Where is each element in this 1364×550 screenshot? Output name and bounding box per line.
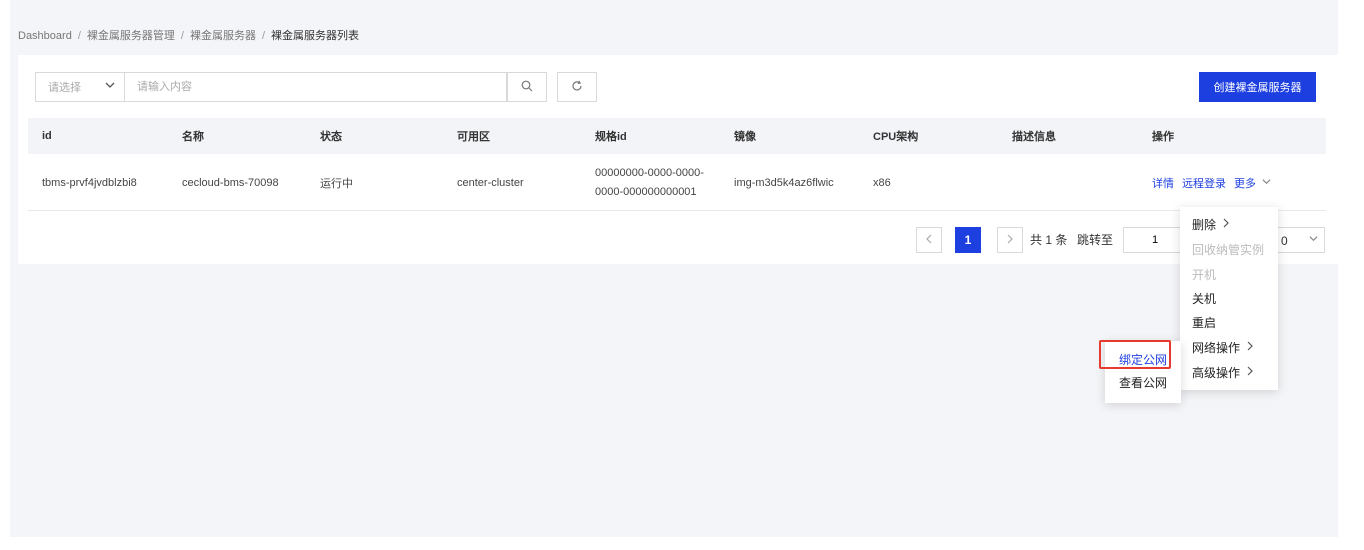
prev-page-button[interactable] — [916, 227, 942, 253]
breadcrumb-separator: / — [261, 30, 266, 42]
breadcrumb-dashboard[interactable]: Dashboard — [18, 30, 72, 42]
table-row: tbms-prvf4jvdblzbi8 cecloud-bms-70098 运行… — [28, 155, 1326, 211]
chevron-right-icon — [1006, 233, 1014, 247]
menu-item-restart[interactable]: 重启 — [1192, 312, 1216, 332]
breadcrumb: Dashboard / 裸金属服务器管理 / 裸金属服务器 / 裸金属服务器列表 — [18, 27, 359, 43]
cell-spec: 00000000-0000-0000- 0000-000000000001 — [595, 155, 704, 210]
chevron-down-icon — [105, 79, 115, 93]
next-page-button[interactable] — [997, 227, 1023, 253]
page-number-current[interactable]: 1 — [955, 227, 981, 253]
cell-id: tbms-prvf4jvdblzbi8 — [42, 176, 137, 189]
column-header-operations: 操作 — [1152, 131, 1174, 143]
menu-item-label: 网络操作 — [1192, 340, 1241, 355]
column-header-zone[interactable]: 可用区 — [457, 118, 490, 154]
cell-status: 运行中 — [320, 177, 353, 190]
column-header-spec[interactable]: 规格id — [595, 118, 627, 154]
cell-name: cecloud-bms-70098 — [182, 176, 279, 189]
menu-item-power-on: 开机 — [1192, 267, 1217, 282]
search-input[interactable] — [124, 72, 507, 102]
column-header-cpu[interactable]: CPU架构 — [873, 118, 918, 154]
breadcrumb-separator: / — [77, 30, 81, 42]
page-size-value: 0 — [1281, 234, 1288, 248]
menu-item-advanced-ops[interactable]: 高级操作 — [1192, 362, 1254, 382]
menu-item-reclaim-instance: 回收纳管实例 — [1192, 242, 1265, 257]
cell-spec-line2: 0000-000000000001 — [595, 185, 697, 198]
chevron-left-icon — [925, 233, 933, 247]
table-header: id 名称 状态 可用区 规格id 镜像 CPU架构 描述信息 操作 — [28, 118, 1326, 154]
jump-page-input[interactable] — [1123, 227, 1185, 253]
search-icon — [521, 80, 533, 95]
menu-item-network-ops[interactable]: 网络操作 — [1192, 337, 1254, 357]
column-header-id[interactable]: id — [42, 118, 52, 154]
column-header-desc[interactable]: 描述信息 — [1012, 118, 1056, 154]
menu-item-label: 高级操作 — [1192, 365, 1241, 380]
highlight-annotation-box — [1099, 340, 1171, 369]
breadcrumb-separator: / — [180, 30, 184, 42]
menu-item-power-off[interactable]: 关机 — [1192, 288, 1216, 308]
cell-zone: center-cluster — [457, 176, 524, 189]
create-bms-button[interactable]: 创建裸金属服务器 — [1199, 72, 1316, 102]
column-header-name[interactable]: 名称 — [182, 118, 204, 154]
total-count: 共 1 条 — [1030, 233, 1068, 247]
breadcrumb-bms-management[interactable]: 裸金属服务器管理 — [87, 30, 175, 42]
page-size-select[interactable]: 0 — [1270, 227, 1325, 253]
chevron-down-icon — [1309, 234, 1318, 246]
detail-link[interactable]: 详情 — [1152, 175, 1174, 191]
chevron-down-icon — [1262, 177, 1271, 189]
menu-item-delete[interactable]: 删除 — [1192, 214, 1230, 234]
remote-login-link[interactable]: 远程登录 — [1182, 175, 1226, 191]
search-button[interactable] — [507, 72, 547, 102]
column-header-status[interactable]: 状态 — [320, 118, 342, 154]
more-dropdown-trigger[interactable]: 更多 — [1234, 175, 1271, 191]
refresh-icon — [571, 80, 583, 95]
jump-label: 跳转至 — [1077, 233, 1114, 247]
cell-spec-line1: 00000000-0000-0000- — [595, 166, 704, 179]
cell-cpu: x86 — [873, 176, 891, 189]
refresh-button[interactable] — [557, 72, 597, 102]
cell-image: img-m3d5k4az6flwic — [734, 176, 834, 189]
chevron-right-icon — [1246, 365, 1254, 379]
chevron-right-icon — [1246, 340, 1254, 354]
menu-item-label: 删除 — [1192, 217, 1217, 232]
breadcrumb-bms[interactable]: 裸金属服务器 — [190, 30, 256, 42]
filter-select[interactable]: 请选择 — [35, 72, 125, 102]
column-header-image[interactable]: 镜像 — [734, 118, 756, 154]
chevron-right-icon — [1222, 217, 1230, 231]
more-label: 更多 — [1234, 177, 1256, 190]
cell-operations: 详情 远程登录 更多 — [1152, 155, 1271, 210]
submenu-item-view-public-ip[interactable]: 查看公网 — [1105, 371, 1181, 393]
more-dropdown-menu: 删除 回收纳管实例 开机 关机 重启 网络操作 高级操作 — [1180, 207, 1278, 390]
breadcrumb-current: 裸金属服务器列表 — [271, 30, 360, 42]
filter-select-placeholder: 请选择 — [48, 82, 81, 94]
